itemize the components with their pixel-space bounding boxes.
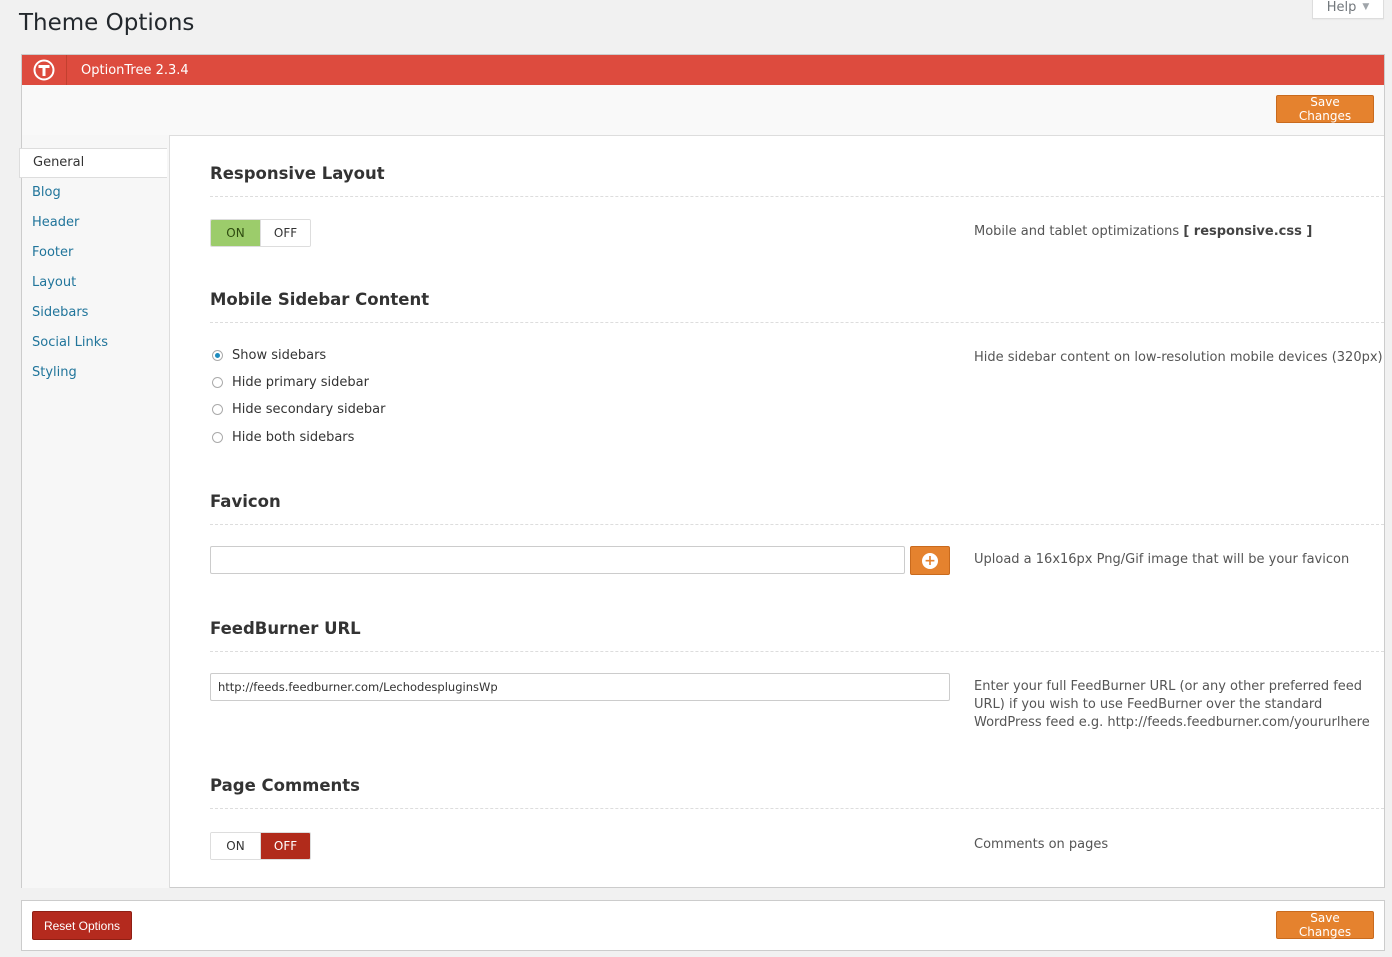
nav-item-sidebars[interactable]: Sidebars <box>22 298 169 328</box>
section-title-favicon: Favicon <box>210 492 281 511</box>
responsive-desc-text: Mobile and tablet optimizations <box>974 224 1184 239</box>
option-tree-header: OptionTree 2.3.4 <box>22 55 1384 85</box>
page-comments-description: Comments on pages <box>974 837 1109 852</box>
plus-circle-icon: + <box>922 552 938 569</box>
options-nav: General Blog Header Footer Layout Sideba… <box>19 135 170 888</box>
responsive-toggle[interactable]: ON OFF <box>210 219 311 247</box>
save-changes-button[interactable]: Save Changes <box>1276 95 1374 123</box>
divider <box>210 196 1384 197</box>
responsive-description: Mobile and tablet optimizations [ respon… <box>974 223 1389 241</box>
feedburner-description: Enter your full FeedBurner URL (or any o… <box>974 679 1370 730</box>
page-comments-on-option[interactable]: ON <box>211 833 260 859</box>
radio-button[interactable] <box>212 350 223 361</box>
radio-hide-both-sidebars[interactable]: Hide both sidebars <box>210 430 354 445</box>
version-label: OptionTree 2.3.4 <box>81 62 189 78</box>
caret-down-icon: ▼ <box>1362 2 1370 12</box>
section-title-mobile-sidebar: Mobile Sidebar Content <box>210 290 430 309</box>
favicon-description: Upload a 16x16px Png/Gif image that will… <box>974 552 1350 567</box>
section-title-page-comments: Page Comments <box>210 776 361 795</box>
divider <box>210 808 1384 809</box>
nav-item-styling[interactable]: Styling <box>22 358 169 388</box>
save-changes-button-bottom[interactable]: Save Changes <box>1276 911 1374 939</box>
favicon-upload-button[interactable]: + <box>910 546 950 575</box>
page-comments-toggle[interactable]: ON OFF <box>210 832 311 860</box>
responsive-off-option[interactable]: OFF <box>260 220 310 246</box>
radio-label: Hide both sidebars <box>232 430 355 445</box>
radio-show-sidebars[interactable]: Show sidebars <box>210 348 326 363</box>
radio-label: Hide primary sidebar <box>232 375 369 390</box>
options-content: Responsive Layout ON OFF Mobile and tabl… <box>190 135 1384 887</box>
radio-hide-primary-sidebar[interactable]: Hide primary sidebar <box>210 375 369 390</box>
mobile-sidebar-description: Hide sidebar content on low-resolution m… <box>974 350 1383 365</box>
nav-item-layout[interactable]: Layout <box>22 268 169 298</box>
section-title-responsive: Responsive Layout <box>210 164 385 183</box>
nav-item-social-links[interactable]: Social Links <box>22 328 169 358</box>
bottom-toolbar: Reset Options Save Changes <box>21 900 1385 951</box>
nav-item-general[interactable]: General <box>19 148 167 178</box>
optiontree-logo-icon <box>22 55 67 85</box>
option-tree-panel: OptionTree 2.3.4 Save Changes General Bl… <box>19 54 1385 888</box>
nav-item-blog[interactable]: Blog <box>22 178 169 208</box>
radio-hide-secondary-sidebar[interactable]: Hide secondary sidebar <box>210 402 385 417</box>
divider <box>210 524 1384 525</box>
help-label: Help <box>1326 0 1357 15</box>
reset-options-button[interactable]: Reset Options <box>32 911 132 940</box>
section-title-feedburner: FeedBurner URL <box>210 619 361 638</box>
help-tab[interactable]: Help ▼ <box>1312 0 1384 19</box>
page-comments-off-option[interactable]: OFF <box>260 833 310 859</box>
radio-button[interactable] <box>212 432 223 443</box>
responsive-on-option[interactable]: ON <box>211 220 260 246</box>
page-title: Theme Options <box>19 10 195 36</box>
top-toolbar: Save Changes <box>22 85 1384 136</box>
radio-button[interactable] <box>212 404 223 415</box>
nav-item-footer[interactable]: Footer <box>22 238 169 268</box>
radio-label: Show sidebars <box>232 348 327 363</box>
radio-button[interactable] <box>212 377 223 388</box>
divider <box>210 322 1384 323</box>
feedburner-url-input[interactable] <box>210 673 950 701</box>
nav-item-header[interactable]: Header <box>22 208 169 238</box>
responsive-desc-file: [ responsive.css ] <box>1183 224 1313 239</box>
radio-label: Hide secondary sidebar <box>232 402 386 417</box>
favicon-url-input[interactable] <box>210 546 905 574</box>
divider <box>210 651 1384 652</box>
